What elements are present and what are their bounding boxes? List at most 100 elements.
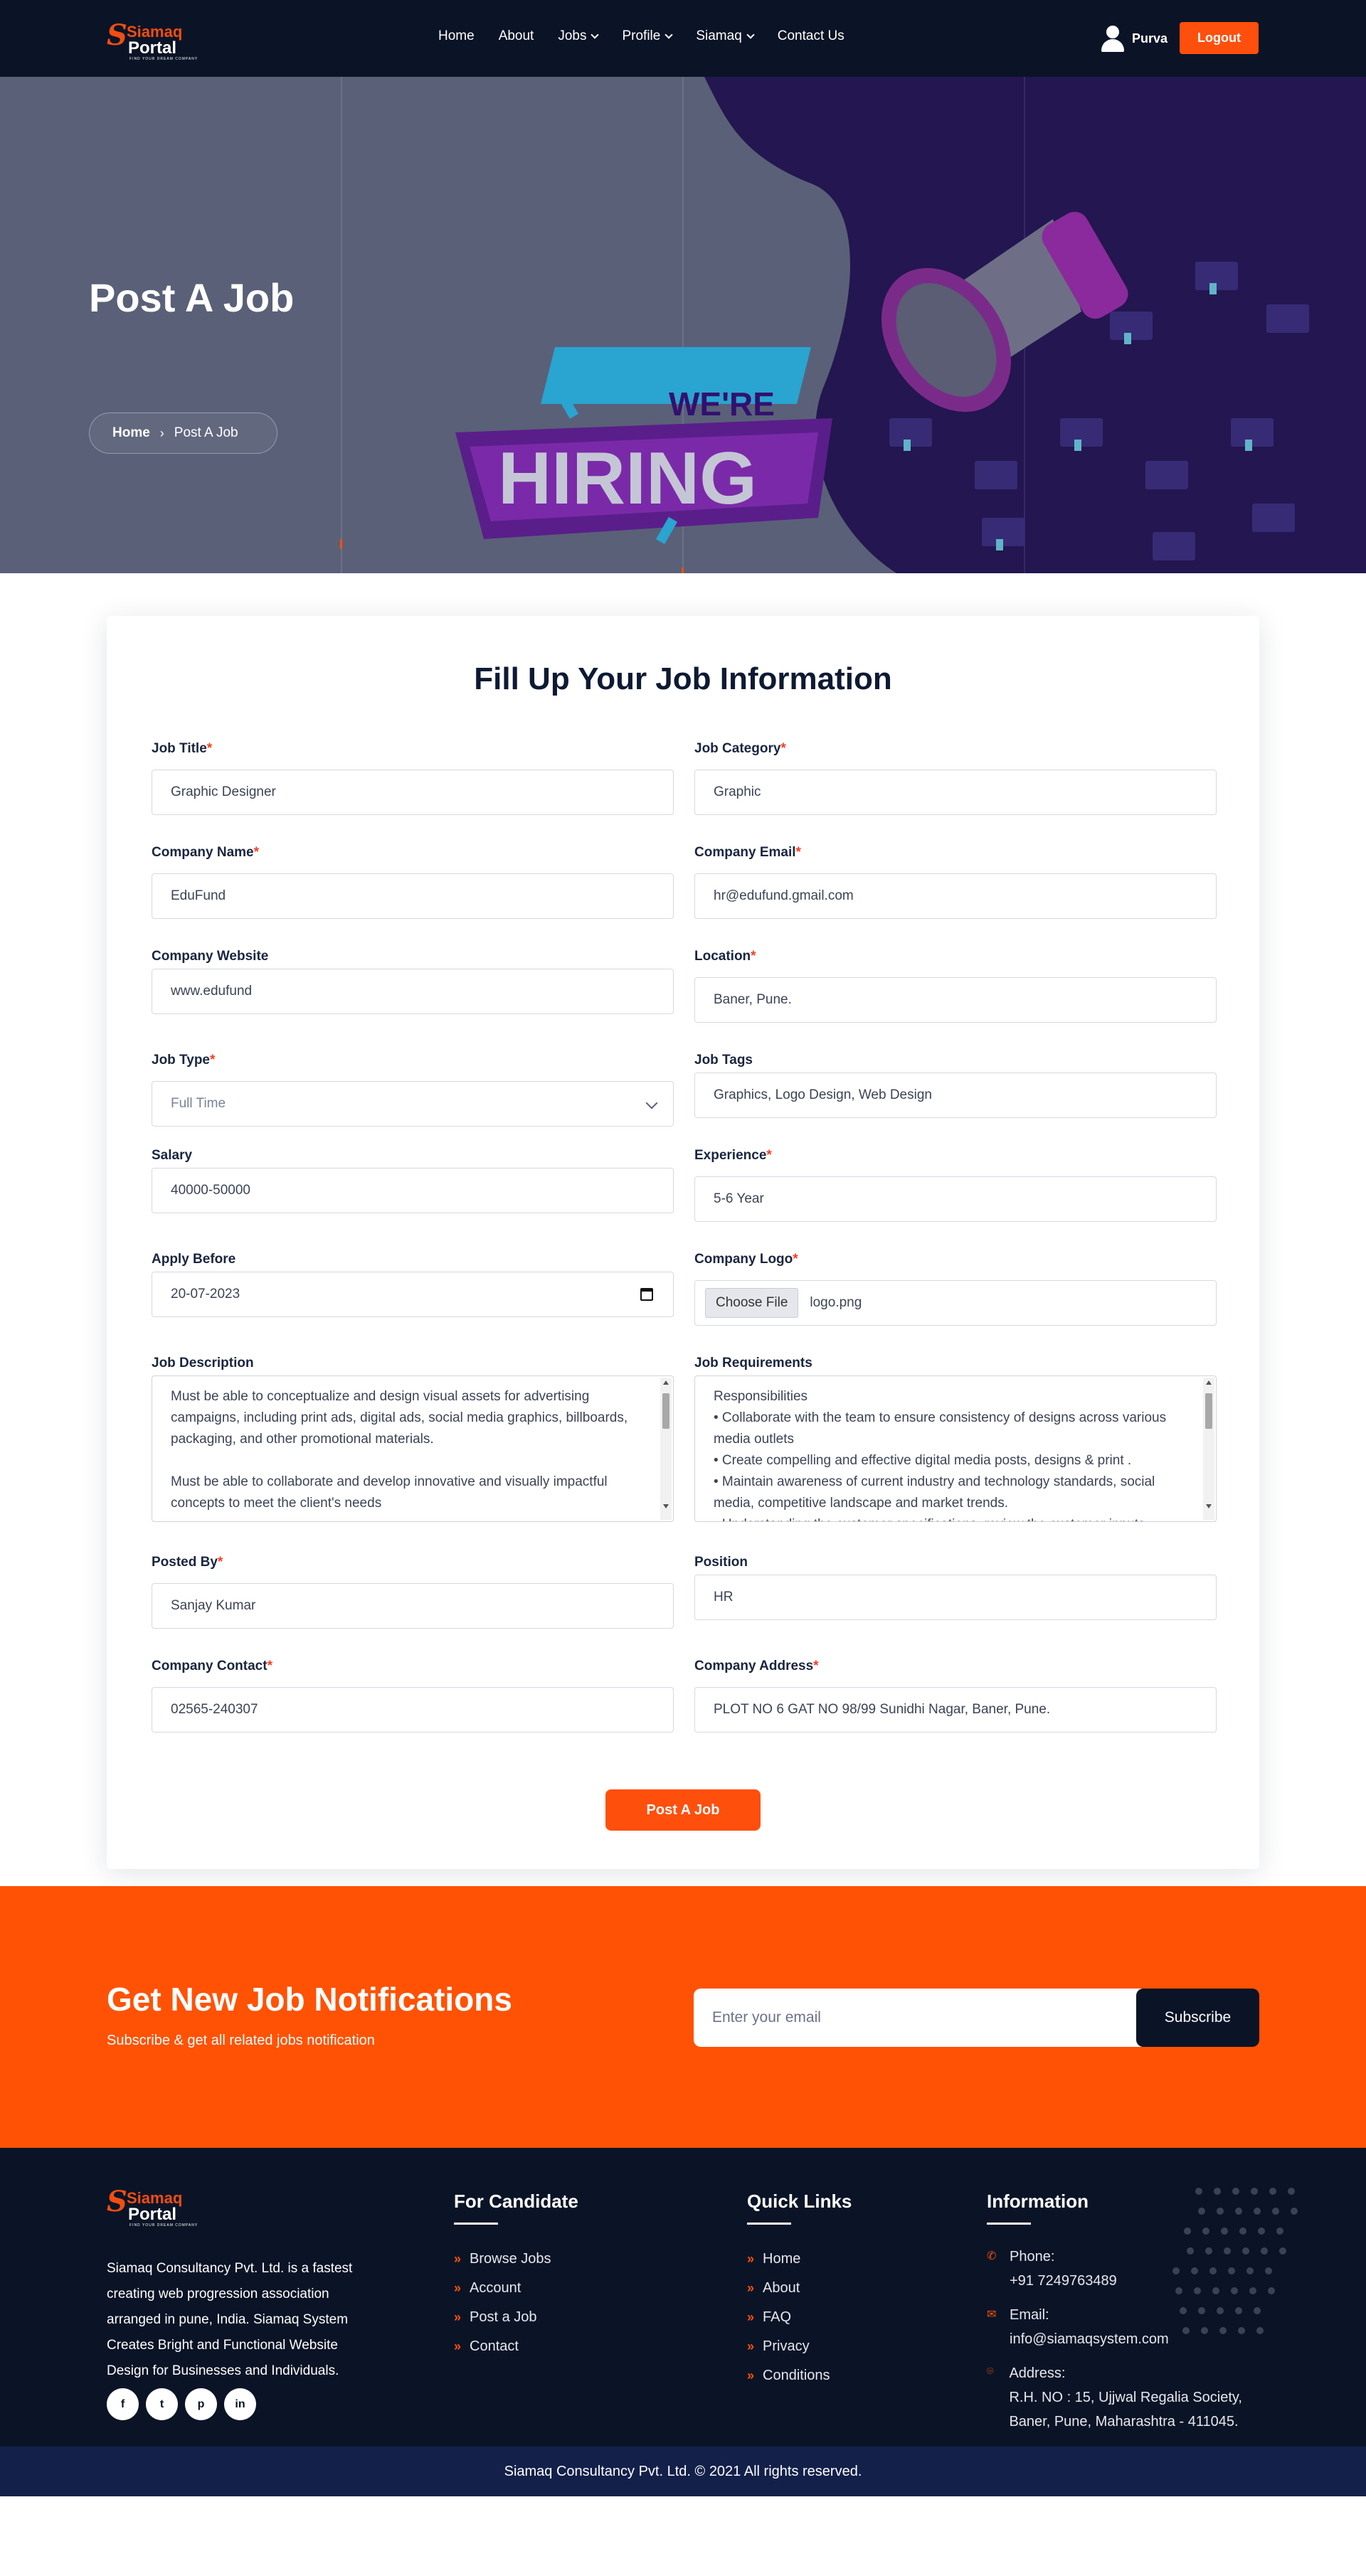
phone-icon: ✆ xyxy=(987,2250,997,2262)
decorative-dot xyxy=(1221,2228,1228,2235)
decorative-dot xyxy=(1249,2287,1256,2294)
double-chevron-icon: » xyxy=(747,2368,755,2383)
company-website-input[interactable]: www.edufund xyxy=(152,969,674,1014)
field-company-website: Company Website www.edufund xyxy=(152,949,674,1014)
decorative-dot xyxy=(1242,2247,1249,2255)
posted-by-input[interactable]: Sanjay Kumar xyxy=(152,1583,674,1629)
footer-link-about[interactable]: » About xyxy=(747,2274,852,2303)
social-links: f t p in xyxy=(107,2388,256,2420)
field-job-title: Job Title* Graphic Designer xyxy=(152,741,674,815)
footer-link-browse-jobs[interactable]: » Browse Jobs xyxy=(454,2245,578,2274)
position-input[interactable]: HR xyxy=(694,1575,1217,1620)
calendar-icon[interactable] xyxy=(640,1288,653,1301)
facebook-icon[interactable]: f xyxy=(107,2388,139,2420)
decorative-dot xyxy=(1235,2208,1242,2215)
decorative-dot xyxy=(1212,2287,1219,2294)
decorative-dot xyxy=(1205,2247,1212,2255)
newsletter-email-input[interactable]: Enter your email xyxy=(694,1989,1142,2047)
decorative-dot xyxy=(1194,2287,1201,2294)
double-chevron-icon: » xyxy=(454,2281,462,2295)
field-company-contact: Company Contact* 02565-240307 xyxy=(152,1659,674,1733)
map-pin-icon: ⌾ xyxy=(987,2365,994,2378)
job-title-input[interactable]: Graphic Designer xyxy=(152,770,674,815)
pinterest-icon[interactable]: p xyxy=(185,2388,217,2420)
decorative-dot xyxy=(1182,2327,1190,2334)
choose-file-button[interactable]: Choose File xyxy=(705,1288,799,1318)
nav-item-siamaq[interactable]: Siamaq xyxy=(696,28,755,44)
decorative-dot xyxy=(1239,2228,1246,2235)
nav-item-contact[interactable]: Contact Us xyxy=(778,28,845,44)
footer-link-post-a-job[interactable]: » Post a Job xyxy=(454,2303,578,2332)
logo-tagline: FIND YOUR DREAM COMPANY xyxy=(129,57,198,61)
decorative-dot xyxy=(1231,2287,1238,2294)
job-tags-input[interactable]: Graphics, Logo Design, Web Design xyxy=(694,1073,1217,1118)
decorative-dot xyxy=(1265,2267,1272,2274)
subscribe-button[interactable]: Subscribe xyxy=(1136,1989,1259,2047)
double-chevron-icon: » xyxy=(747,2339,755,2353)
decorative-dot xyxy=(1172,2267,1180,2274)
footer-link-conditions[interactable]: » Conditions xyxy=(747,2361,852,2390)
breadcrumb-home[interactable]: Home xyxy=(112,425,150,441)
decorative-dot xyxy=(1254,2208,1261,2215)
newsletter-section: Get New Job Notifications Subscribe & ge… xyxy=(0,1886,1366,2148)
decorative-dot xyxy=(1268,2287,1275,2294)
footer-link-faq[interactable]: » FAQ xyxy=(747,2303,852,2332)
company-name-input[interactable]: EduFund xyxy=(152,873,674,919)
decorative-dot xyxy=(1184,2228,1191,2235)
job-category-input[interactable]: Graphic xyxy=(694,770,1217,815)
breadcrumb-current: Post A Job xyxy=(174,425,238,440)
banner-hiring-text: HIRING xyxy=(498,437,757,520)
company-email-input[interactable]: hr@edufund.gmail.com xyxy=(694,873,1217,919)
job-type-select[interactable]: Full Time xyxy=(152,1081,674,1127)
user-avatar-icon xyxy=(1099,24,1126,53)
decorative-dot xyxy=(1238,2327,1245,2334)
nav-item-jobs[interactable]: Jobs xyxy=(558,28,600,44)
nav-item-profile[interactable]: Profile xyxy=(622,28,674,44)
nav-item-about[interactable]: About xyxy=(499,28,534,44)
decorative-dot xyxy=(1279,2247,1286,2255)
decorative-dot xyxy=(1198,2307,1205,2314)
copyright-bar: Siamaq Consultancy Pvt. Ltd. © 2021 All … xyxy=(0,2447,1366,2496)
location-input[interactable]: Baner, Pune. xyxy=(694,977,1217,1023)
double-chevron-icon: » xyxy=(454,2339,462,2353)
site-footer: S Siamaq Portal FIND YOUR DREAM COMPANY … xyxy=(0,2148,1366,2496)
post-job-submit-button[interactable]: Post A Job xyxy=(605,1789,761,1831)
decorative-dot xyxy=(1272,2208,1279,2215)
decorative-dot xyxy=(1180,2307,1187,2314)
salary-input[interactable]: 40000-50000 xyxy=(152,1168,674,1213)
company-address-input[interactable]: PLOT NO 6 GAT NO 98/99 Sunidhi Nagar, Ba… xyxy=(694,1687,1217,1733)
decorative-dot xyxy=(1198,2208,1205,2215)
twitter-icon[interactable]: t xyxy=(146,2388,178,2420)
top-navbar: S Siamaq Portal FIND YOUR DREAM COMPANY … xyxy=(0,0,1366,77)
linkedin-icon[interactable]: in xyxy=(224,2388,256,2420)
decorative-dot xyxy=(1202,2228,1209,2235)
double-chevron-icon: » xyxy=(454,2310,462,2324)
hero-banner: WE'RE HIRING Post A Job Home › Post A Jo… xyxy=(0,77,1366,573)
textarea-scrollbar[interactable] xyxy=(1203,1378,1214,1520)
job-requirements-textarea[interactable]: Responsibilities • Collaborate with the … xyxy=(694,1375,1217,1522)
textarea-scrollbar[interactable] xyxy=(660,1378,672,1520)
decorative-dot xyxy=(1258,2228,1265,2235)
footer-logo[interactable]: S Siamaq Portal FIND YOUR DREAM COMPANY xyxy=(107,2185,213,2228)
field-company-name: Company Name* EduFund xyxy=(152,845,674,919)
footer-link-contact[interactable]: » Contact xyxy=(454,2332,578,2361)
user-menu[interactable]: Purva xyxy=(1099,24,1168,53)
site-logo[interactable]: S Siamaq Portal FIND YOUR DREAM COMPANY xyxy=(107,18,213,61)
field-job-tags: Job Tags Graphics, Logo Design, Web Desi… xyxy=(694,1053,1217,1118)
footer-link-account[interactable]: » Account xyxy=(454,2274,578,2303)
apply-before-date-input[interactable]: 20-07-2023 xyxy=(152,1272,674,1317)
footer-about-text: Siamaq Consultancy Pvt. Ltd. is a fastes… xyxy=(107,2261,353,2378)
field-job-requirements: Job Requirements Responsibilities • Coll… xyxy=(694,1356,1217,1522)
logout-button[interactable]: Logout xyxy=(1180,22,1259,54)
job-description-textarea[interactable]: Must be able to conceptualize and design… xyxy=(152,1375,674,1522)
experience-input[interactable]: 5-6 Year xyxy=(694,1176,1217,1222)
double-chevron-icon: » xyxy=(747,2252,755,2266)
nav-item-home[interactable]: Home xyxy=(438,28,475,44)
decorative-dot xyxy=(1256,2327,1264,2334)
decorative-dot xyxy=(1187,2247,1194,2255)
envelope-icon: ✉ xyxy=(987,2309,997,2321)
footer-link-privacy[interactable]: » Privacy xyxy=(747,2332,852,2361)
footer-link-home[interactable]: » Home xyxy=(747,2245,852,2274)
field-experience: Experience* 5-6 Year xyxy=(694,1148,1217,1222)
company-contact-input[interactable]: 02565-240307 xyxy=(152,1687,674,1733)
